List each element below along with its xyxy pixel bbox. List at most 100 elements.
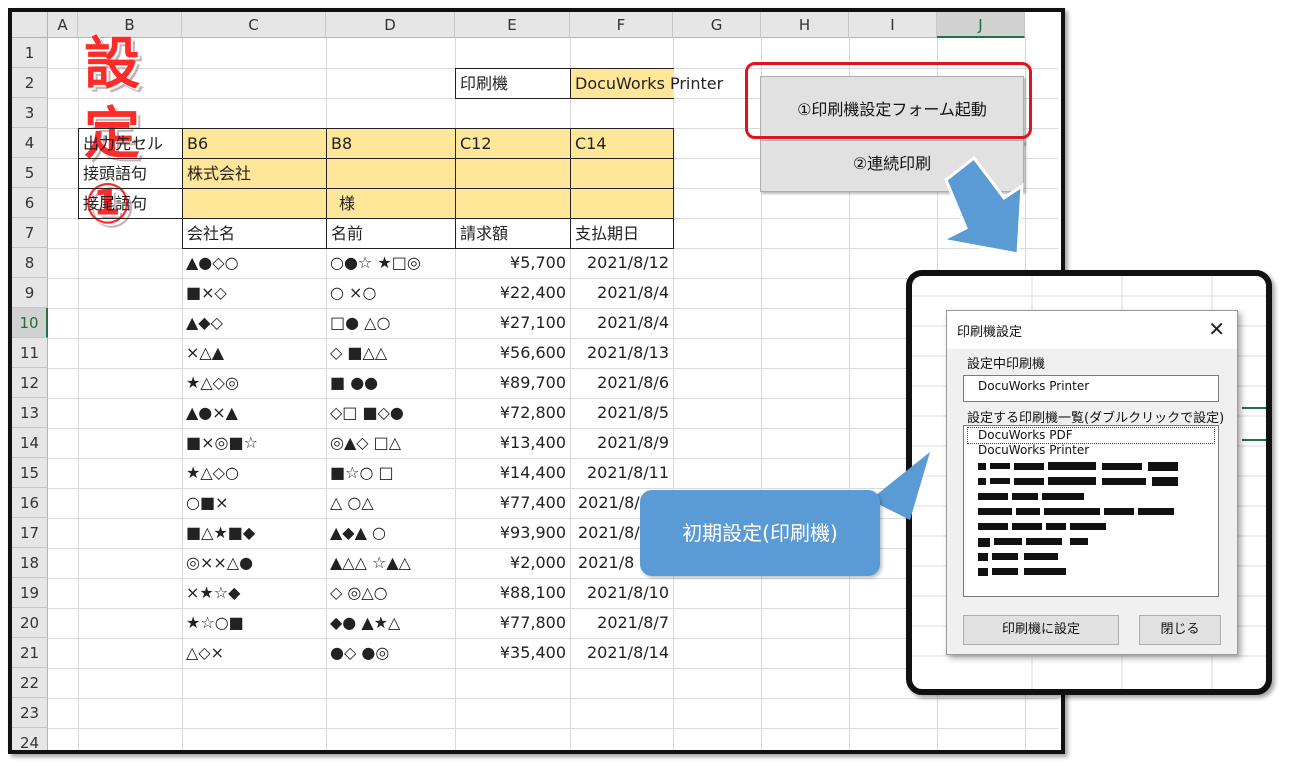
row-header-23[interactable]: 23 bbox=[12, 698, 48, 728]
company-cell[interactable]: ×★☆◆ bbox=[182, 578, 244, 607]
printer-listbox[interactable]: DocuWorks PDF DocuWorks Printer bbox=[963, 425, 1219, 597]
col-header-e[interactable]: E bbox=[455, 12, 570, 38]
row-header-24[interactable]: 24 bbox=[12, 728, 48, 750]
col-header-j[interactable]: J bbox=[937, 12, 1025, 38]
name-cell[interactable]: ◇ ■△△ bbox=[326, 338, 391, 367]
company-cell[interactable]: ★☆○■ bbox=[182, 608, 248, 637]
col-header-a[interactable]: A bbox=[48, 12, 78, 38]
col-header-i[interactable]: I bbox=[849, 12, 937, 38]
name-cell[interactable]: ◆● ▲★△ bbox=[326, 608, 404, 637]
amount-cell[interactable]: ¥56,600 bbox=[455, 338, 570, 367]
row-header-15[interactable]: 15 bbox=[12, 458, 48, 488]
output-cell-c12[interactable]: C12 bbox=[455, 128, 571, 159]
company-cell[interactable]: ▲●◇○ bbox=[182, 248, 243, 277]
name-cell[interactable]: ○●☆ ★□◎ bbox=[326, 248, 425, 277]
prefix-value[interactable]: 株式会社 bbox=[182, 158, 327, 189]
printer-list-item[interactable]: DocuWorks PDF bbox=[967, 427, 1215, 444]
col-header-h[interactable]: H bbox=[761, 12, 849, 38]
row-header-8[interactable]: 8 bbox=[12, 248, 48, 278]
name-cell[interactable]: ▲△△ ☆▲△ bbox=[326, 548, 415, 577]
amount-cell[interactable]: ¥2,000 bbox=[455, 548, 570, 577]
amount-cell[interactable]: ¥27,100 bbox=[455, 308, 570, 337]
due-cell[interactable]: 2021/8/5 bbox=[570, 398, 673, 427]
amount-cell[interactable]: ¥89,700 bbox=[455, 368, 570, 397]
row-header-20[interactable]: 20 bbox=[12, 608, 48, 638]
row-header-6[interactable]: 6 bbox=[12, 188, 48, 218]
company-cell[interactable]: ■△★■◆ bbox=[182, 518, 259, 547]
col-header-c[interactable]: C bbox=[182, 12, 326, 38]
company-cell[interactable]: ★△◇◎ bbox=[182, 368, 243, 397]
output-cell-label[interactable]: 出力先セル bbox=[78, 128, 183, 159]
amount-cell[interactable]: ¥13,400 bbox=[455, 428, 570, 457]
company-cell[interactable]: ▲●×▲ bbox=[182, 398, 242, 427]
row-header-1[interactable]: 1 bbox=[12, 38, 48, 68]
prefix-empty-f[interactable] bbox=[570, 158, 674, 189]
row-header-19[interactable]: 19 bbox=[12, 578, 48, 608]
company-cell[interactable]: ◎××△● bbox=[182, 548, 257, 577]
printer-list-item[interactable]: DocuWorks Printer bbox=[978, 443, 1204, 458]
row-header-11[interactable]: 11 bbox=[12, 338, 48, 368]
due-cell[interactable]: 2021/8/12 bbox=[570, 248, 673, 277]
suffix-empty-e[interactable] bbox=[455, 188, 571, 219]
row-header-12[interactable]: 12 bbox=[12, 368, 48, 398]
company-cell[interactable]: ○■× bbox=[182, 488, 232, 517]
due-cell[interactable]: 2021/8/11 bbox=[570, 458, 673, 487]
select-all-corner[interactable] bbox=[12, 12, 48, 38]
amount-cell[interactable]: ¥22,400 bbox=[455, 278, 570, 307]
name-cell[interactable]: ●◇ ●◎ bbox=[326, 638, 393, 667]
company-cell[interactable]: ★△◇○ bbox=[182, 458, 243, 487]
due-cell[interactable]: 2021/8/4 bbox=[570, 308, 673, 337]
company-cell[interactable]: ×△▲ bbox=[182, 338, 228, 367]
company-cell[interactable]: △◇× bbox=[182, 638, 228, 667]
header-company[interactable]: 会社名 bbox=[182, 218, 327, 249]
name-cell[interactable]: ■ ●● bbox=[326, 368, 382, 397]
amount-cell[interactable]: ¥93,900 bbox=[455, 518, 570, 547]
row-header-5[interactable]: 5 bbox=[12, 158, 48, 188]
row-header-14[interactable]: 14 bbox=[12, 428, 48, 458]
due-cell[interactable]: 2021/8/6 bbox=[570, 368, 673, 397]
company-cell[interactable]: ■×◇ bbox=[182, 278, 231, 307]
row-header-7[interactable]: 7 bbox=[12, 218, 48, 248]
amount-cell[interactable]: ¥14,400 bbox=[455, 458, 570, 487]
set-printer-button[interactable]: 印刷機に設定 bbox=[963, 615, 1119, 645]
row-header-4[interactable]: 4 bbox=[12, 128, 48, 158]
due-cell[interactable]: 2021/8/7 bbox=[570, 608, 673, 637]
name-cell[interactable]: ▲◆▲ ○ bbox=[326, 518, 390, 547]
amount-cell[interactable]: ¥72,800 bbox=[455, 398, 570, 427]
row-header-22[interactable]: 22 bbox=[12, 668, 48, 698]
suffix-empty-c[interactable] bbox=[182, 188, 327, 219]
row-header-17[interactable]: 17 bbox=[12, 518, 48, 548]
output-cell-b8[interactable]: B8 bbox=[326, 128, 456, 159]
amount-cell[interactable]: ¥88,100 bbox=[455, 578, 570, 607]
header-name[interactable]: 名前 bbox=[326, 218, 456, 249]
due-cell[interactable]: 2021/8/14 bbox=[570, 638, 673, 667]
row-header-18[interactable]: 18 bbox=[12, 548, 48, 578]
name-cell[interactable]: △ ○△ bbox=[326, 488, 378, 517]
name-cell[interactable]: ◇□ ■◇● bbox=[326, 398, 408, 427]
header-due[interactable]: 支払期日 bbox=[570, 218, 674, 249]
col-header-g[interactable]: G bbox=[673, 12, 761, 38]
amount-cell[interactable]: ¥5,700 bbox=[455, 248, 570, 277]
due-cell[interactable]: 2021/8/9 bbox=[570, 428, 673, 457]
current-printer-field[interactable]: DocuWorks Printer bbox=[963, 375, 1219, 402]
prefix-label[interactable]: 接頭語句 bbox=[78, 158, 183, 189]
name-cell[interactable]: □● △○ bbox=[326, 308, 394, 337]
name-cell[interactable]: ◎▲◇ □△ bbox=[326, 428, 405, 457]
close-icon[interactable]: ✕ bbox=[1208, 317, 1225, 341]
col-header-f[interactable]: F bbox=[570, 12, 673, 38]
due-cell[interactable]: 2021/8 bbox=[574, 548, 638, 577]
amount-cell[interactable]: ¥77,400 bbox=[455, 488, 570, 517]
suffix-value[interactable]: 様 bbox=[326, 188, 456, 219]
row-header-9[interactable]: 9 bbox=[12, 278, 48, 308]
name-cell[interactable]: ◇ ◎△○ bbox=[326, 578, 392, 607]
row-header-13[interactable]: 13 bbox=[12, 398, 48, 428]
row-header-3[interactable]: 3 bbox=[12, 98, 48, 128]
company-cell[interactable]: ■×◎■☆ bbox=[182, 428, 262, 457]
suffix-empty-f[interactable] bbox=[570, 188, 674, 219]
col-header-d[interactable]: D bbox=[326, 12, 455, 38]
row-header-10[interactable]: 10 bbox=[12, 308, 48, 338]
row-header-2[interactable]: 2 bbox=[12, 68, 48, 98]
output-cell-b6[interactable]: B6 bbox=[182, 128, 327, 159]
suffix-label[interactable]: 接尾語句 bbox=[78, 188, 183, 219]
printer-value-cell[interactable]: DocuWorks Printer bbox=[570, 68, 723, 99]
